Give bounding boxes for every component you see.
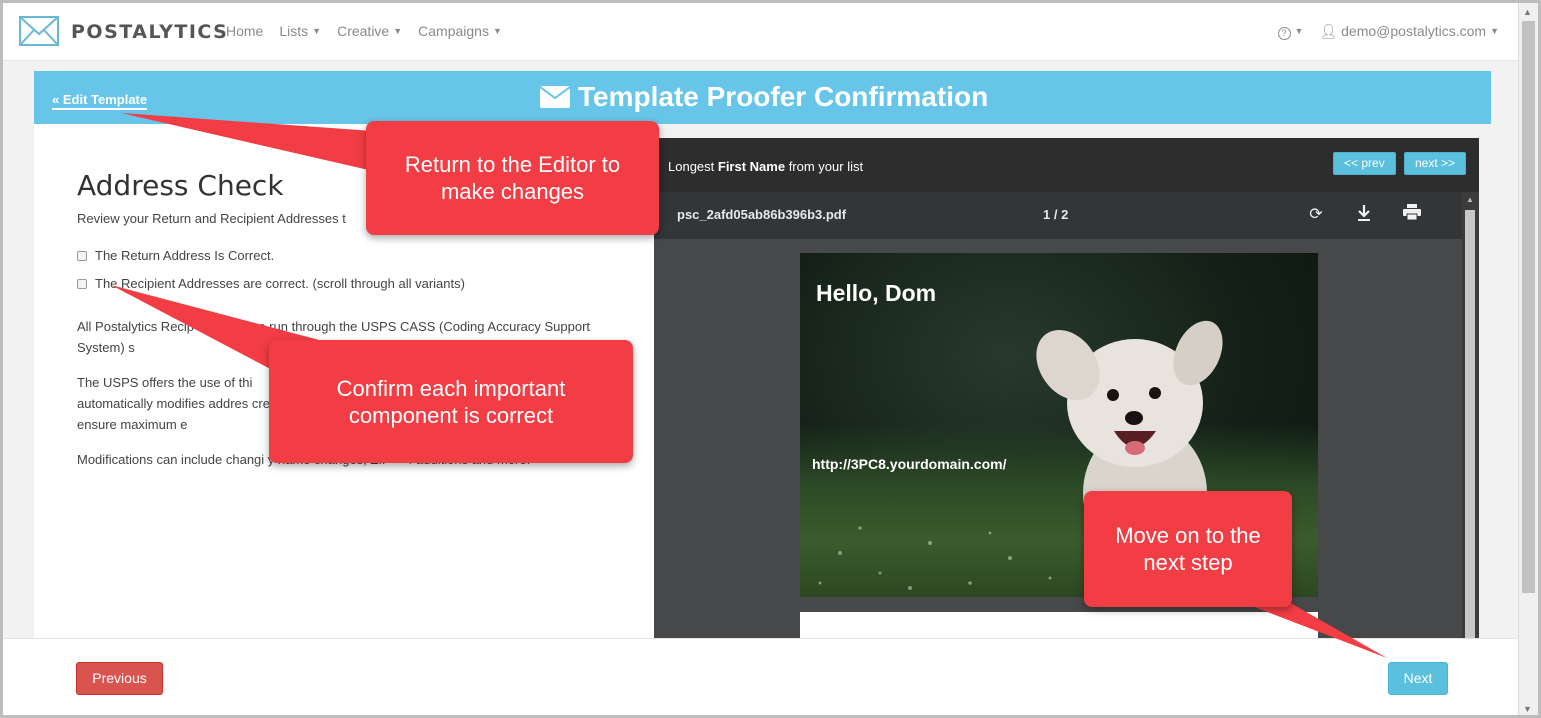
top-navbar: POSTALYTICS Home Lists ▼ Creative ▼ Campai… [3,3,1521,61]
user-icon: 👤︎ [1319,23,1338,39]
next-variant-button[interactable]: next >> [1404,152,1467,175]
pdf-viewer-panel: Longest First Name from your list << pre… [654,138,1479,652]
callout-return-to-editor: Return to the Editor to make changes [366,121,659,235]
main-nav: Home Lists ▼ Creative ▼ Campaigns ▼ [226,23,502,39]
user-menu[interactable]: 👤︎ demo@postalytics.com ▼ [1319,23,1499,40]
print-icon[interactable] [1401,204,1423,226]
brand-name[interactable]: POSTALYTICS [71,21,228,43]
postcard-greeting: Hello, Dom [816,280,937,306]
scroll-up-icon[interactable]: ▲ [1523,7,1532,17]
page-title: Template Proofer Confirmation [540,81,988,113]
envelope-logo-icon[interactable] [19,16,59,46]
page-title-text: Template Proofer Confirmation [578,81,989,112]
address-check-subtext: Review your Return and Recipient Address… [77,211,346,226]
edit-template-link[interactable]: « Edit Template [52,92,148,110]
checkbox-box[interactable] [77,250,87,261]
scroll-down-icon[interactable]: ▼ [1523,704,1532,714]
nav-item-creative[interactable]: Creative ▼ [337,23,402,39]
recipient-addresses-checkbox[interactable]: The Recipient Addresses are correct. (sc… [77,276,465,291]
page-scroll-thumb[interactable] [1522,21,1535,593]
variant-description: Longest First Name from your list [668,159,864,174]
checkbox-label: The Recipient Addresses are correct. (sc… [95,276,465,291]
download-icon[interactable] [1353,204,1375,226]
envelope-icon [540,86,570,108]
variant-bar: Longest First Name from your list << pre… [654,138,1479,192]
pdf-toolbar: psc_2afd05ab86b396b3.pdf 1 / 2 ⟳ [654,192,1462,239]
nav-item-lists[interactable]: Lists ▼ [279,23,321,39]
pdf-filename: psc_2afd05ab86b396b3.pdf [677,207,847,222]
pdf-scrollbar[interactable]: ▲ [1462,192,1479,643]
help-menu[interactable]: ? ▼ [1277,23,1304,40]
browser-frame: POSTALYTICS Home Lists ▼ Creative ▼ Campai… [0,0,1541,718]
scroll-up-icon[interactable]: ▲ [1466,195,1474,204]
nav-item-campaigns[interactable]: Campaigns ▼ [418,23,502,39]
pdf-scroll-thumb[interactable] [1465,210,1475,640]
nav-item-home[interactable]: Home [226,23,263,39]
prev-variant-button[interactable]: << prev [1333,152,1396,175]
caret-down-icon: ▼ [1294,26,1304,36]
caret-down-icon: ▼ [312,26,322,36]
pdf-page-indicator: 1 / 2 [1043,207,1069,222]
nav-right: ? ▼ 👤︎ demo@postalytics.com ▼ [1277,23,1499,40]
wizard-footer: Previous Next [3,638,1521,715]
callout-confirm-components: Confirm each important component is corr… [269,340,633,463]
help-circle-icon: ? [1277,27,1291,40]
rotate-icon[interactable]: ⟳ [1305,204,1327,226]
caret-down-icon: ▼ [393,26,403,36]
return-address-checkbox[interactable]: The Return Address Is Correct. [77,248,274,263]
next-button[interactable]: Next [1388,662,1448,695]
callout-next-step: Move on to the next step [1084,491,1292,607]
previous-button[interactable]: Previous [76,662,163,695]
page-scrollbar[interactable]: ▲ ▼ [1518,3,1538,715]
user-email: demo@postalytics.com [1341,23,1487,39]
address-check-heading: Address Check [77,169,284,202]
caret-down-icon: ▼ [1490,26,1499,36]
caret-down-icon: ▼ [492,26,502,36]
checkbox-box[interactable] [77,278,87,289]
page-header: « Edit Template Template Proofer Confirm… [34,71,1491,124]
checkbox-label: The Return Address Is Correct. [95,248,275,263]
postcard-url: http://3PC8.yourdomain.com/ [812,456,1007,472]
